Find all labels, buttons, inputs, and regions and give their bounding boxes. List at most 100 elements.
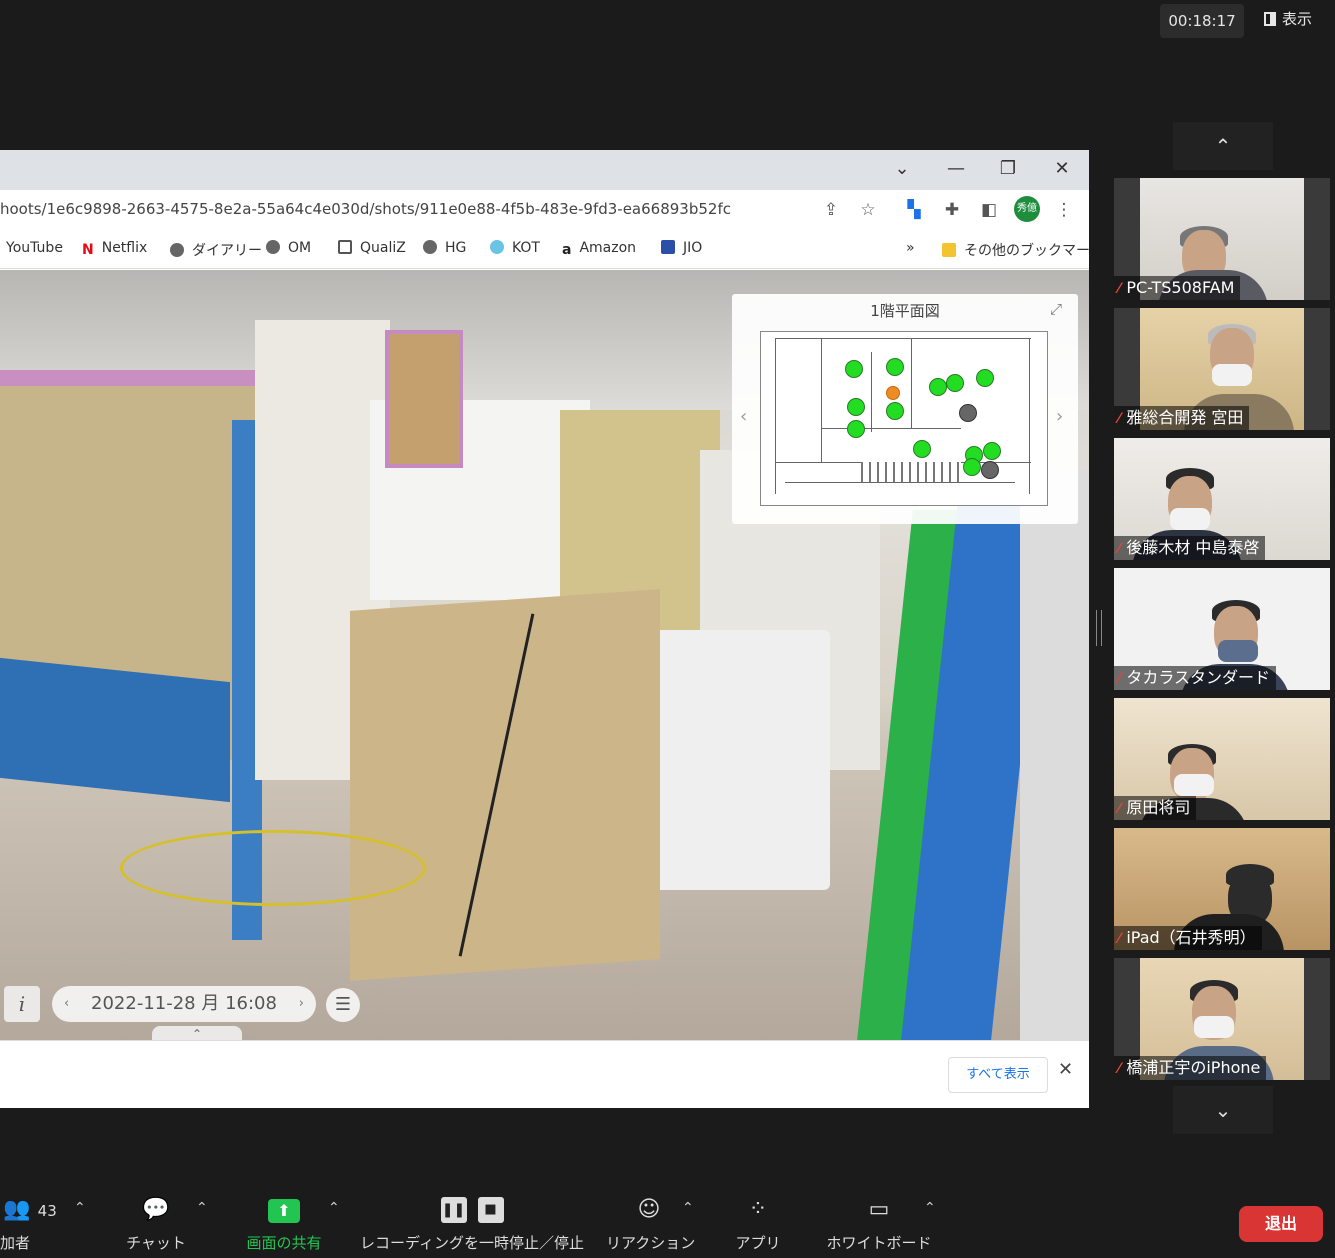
participant-name: ⁄ 橋浦正宇のiPhone [1114,1056,1267,1080]
whiteboard-button[interactable]: ▭ ホワイトボード [826,1192,932,1253]
panel-resize-handle[interactable] [1096,610,1102,646]
bookmark-kot[interactable]: KOT [490,240,540,256]
leave-meeting-button[interactable]: 退出 [1239,1206,1323,1242]
panorama-viewer[interactable]: 1階平面図 ⤢ ‹ › i ‹ 2022-11-28 月 16:08 › ☰ ⌃ [0,270,1089,1040]
more-bookmarks-button[interactable]: » [906,240,915,256]
bookmark-jio[interactable]: JIO [661,240,702,256]
jio-icon [661,240,675,254]
bookmark-amazon[interactable]: a Amazon [562,240,636,258]
participant-tile[interactable]: ⁄ PC-TS508FAM [1114,178,1330,300]
browser-titlebar: ⌄ — ❐ ✕ [0,150,1089,190]
bookmark-hg[interactable]: HG [423,240,466,256]
extensions-puzzle-icon[interactable]: ✚ [940,198,964,222]
info-button[interactable]: i [4,986,40,1022]
floor-plan-image [760,331,1048,506]
mic-muted-icon: ⁄ [1118,931,1121,947]
share-screen-icon: ⬆ [268,1199,300,1223]
close-download-bar-icon[interactable]: ✕ [1058,1059,1073,1080]
shot-point-marker[interactable] [929,378,947,396]
menu-kebab-icon[interactable]: ⋮ [1052,198,1076,222]
view-label: 表示 [1282,10,1313,28]
bookmark-netflix[interactable]: N Netflix [82,240,147,258]
mic-muted-icon: ⁄ [1118,801,1121,817]
profile-avatar[interactable]: 秀億 [1014,196,1040,222]
shot-point-marker[interactable] [913,440,931,458]
current-shot-marker[interactable] [886,386,900,400]
shot-point-marker[interactable] [963,458,981,476]
chat-menu-caret-icon[interactable]: ⌃ [196,1200,208,1216]
participants-label: 加者 [0,1234,31,1252]
apps-label: アプリ [735,1234,781,1252]
bookmark-youtube[interactable]: YouTube [6,240,63,256]
tab-search-icon[interactable]: ⌄ [876,150,928,188]
shot-point-marker[interactable] [847,398,865,416]
view-button[interactable]: 表示 [1254,4,1328,34]
scene-beam [0,370,260,386]
pause-icon[interactable]: ❚❚ [440,1197,467,1223]
chat-button[interactable]: 💬 チャット [120,1192,192,1253]
show-all-downloads-button[interactable]: すべて表示 [948,1057,1048,1093]
other-bookmarks-folder[interactable]: その他のブックマーク [942,240,1089,260]
participant-tile[interactable]: ⁄ 雅総合開発 宮田 [1114,308,1330,430]
shot-point-marker[interactable] [845,360,863,378]
participant-tile[interactable]: ⁄ タカラスタンダード [1114,568,1330,690]
reactions-button[interactable]: ☺ リアクション [606,1192,696,1253]
bookmarks-bar: YouTube N Netflix ダイアリー OM QualiZ HG KOT … [0,230,1089,269]
participants-button[interactable]: 👥 43 加者 [0,1192,60,1253]
shared-browser-window: ⌄ — ❐ ✕ hoots/1e6c9898-2663-4575-8e2a-55… [0,150,1089,1108]
stop-icon[interactable]: ■ [477,1197,504,1223]
scene-wall [1020,470,1089,1040]
recording-controls[interactable]: ❚❚ ■ レコーディングを一時停止／停止 [356,1192,588,1253]
reactions-label: リアクション [606,1234,696,1252]
bookmark-star-icon[interactable]: ☆ [856,198,880,222]
recording-label: レコーディングを一時停止／停止 [360,1234,584,1252]
participant-name: ⁄ 後藤木材 中島泰啓 [1114,536,1266,560]
url-field[interactable]: hoots/1e6c9898-2663-4575-8e2a-55a64c4e03… [0,200,800,218]
download-bar: すべて表示 ✕ [0,1040,1089,1108]
restore-button[interactable]: ❐ [982,150,1034,188]
participants-menu-caret-icon[interactable]: ⌃ [74,1200,86,1216]
close-window-button[interactable]: ✕ [1036,150,1088,188]
prev-date-arrow[interactable]: ‹ [64,986,69,1022]
list-icon[interactable]: ☰ [326,988,360,1022]
whiteboard-menu-caret-icon[interactable]: ⌃ [924,1200,936,1216]
bookmark-qualiz[interactable]: QualiZ [338,240,406,256]
share-icon[interactable]: ⇪ [819,198,843,222]
scene-tarp [0,657,230,803]
scroll-up-chevron-icon[interactable]: ⌃ [1173,122,1273,170]
share-screen-label: 画面の共有 [246,1234,322,1252]
apps-button[interactable]: ⁘ アプリ [728,1192,788,1253]
expand-icon[interactable]: ⤢ [1050,300,1062,318]
shot-point-marker[interactable] [976,369,994,387]
shot-point-marker[interactable] [847,420,865,438]
shot-point-marker[interactable] [886,358,904,376]
participant-tile[interactable]: ⁄ 原田将司 [1114,698,1330,820]
shot-point-marker[interactable] [946,374,964,392]
shot-point-marker[interactable] [959,404,977,422]
participant-tile[interactable]: ⁄ 橋浦正宇のiPhone [1114,958,1330,1080]
next-date-arrow[interactable]: › [299,986,304,1022]
minimize-button[interactable]: — [930,150,982,188]
scroll-down-chevron-icon[interactable]: ⌄ [1173,1086,1273,1134]
share-menu-caret-icon[interactable]: ⌃ [328,1200,340,1216]
date-selector[interactable]: ‹ 2022-11-28 月 16:08 › [52,986,316,1022]
minimap-next-arrow[interactable]: › [1056,406,1063,427]
minimap-prev-arrow[interactable]: ‹ [740,406,747,427]
doc-icon [338,240,352,254]
smiley-plus-icon: ☺ [637,1197,661,1222]
chat-label: チャット [126,1234,186,1252]
shot-point-marker[interactable] [983,442,1001,460]
reactions-menu-caret-icon[interactable]: ⌃ [682,1200,694,1216]
participant-tile[interactable]: ⁄ 後藤木材 中島泰啓 [1114,438,1330,560]
shot-point-marker[interactable] [981,461,999,479]
whiteboard-icon: ▭ [868,1197,890,1222]
share-screen-button[interactable]: ⬆ 画面の共有 [236,1192,332,1253]
bookmark-diary[interactable]: ダイアリー [170,240,262,260]
participant-tile[interactable]: ⁄ iPad（石井秀明） [1114,828,1330,950]
bookmark-om[interactable]: OM [266,240,311,256]
expand-timeline-caret[interactable]: ⌃ [152,1026,242,1040]
side-panel-icon[interactable]: ◧ [977,198,1001,222]
extension-blue-icon[interactable]: ▚ [902,198,926,222]
whiteboard-label: ホワイトボード [826,1234,932,1252]
shot-point-marker[interactable] [886,402,904,420]
